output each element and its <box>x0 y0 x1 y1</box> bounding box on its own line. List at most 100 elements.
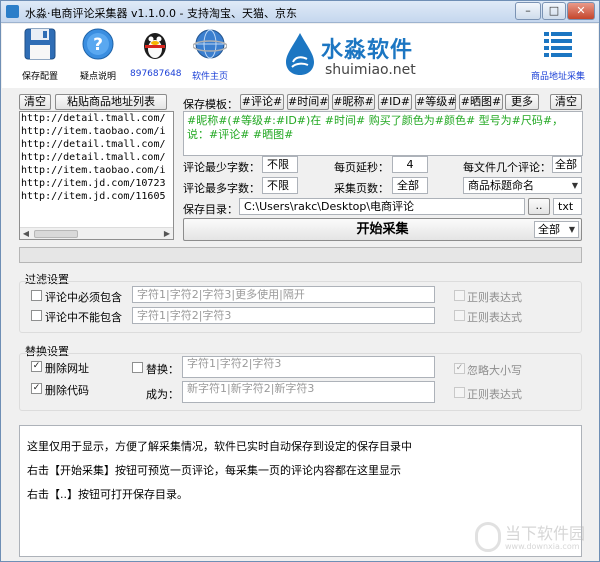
page-delay-label: 每页延秒： <box>334 161 389 174</box>
save-config-button[interactable]: 保存配置 <box>18 27 62 82</box>
must-contain-label: 评论中必须包含 <box>45 291 122 304</box>
delete-url-label: 删除网址 <box>45 362 89 375</box>
log-line: 右击【..】按钮可打开保存目录。 <box>27 488 188 501</box>
must-contain-input[interactable]: 字符1|字符2|字符3|更多使用|隔开 <box>132 286 435 303</box>
file-ext-input[interactable]: txt <box>553 198 582 215</box>
globe-icon <box>192 27 228 61</box>
page-delay-input[interactable]: 4 <box>392 156 428 173</box>
app-icon <box>6 5 19 18</box>
chevron-down-icon: ▼ <box>568 225 575 234</box>
min-chars-label: 评论最少字数： <box>183 161 260 174</box>
replace-input[interactable]: 字符1|字符2|字符3 <box>182 356 435 378</box>
url-collect-label: 商品地址采集 <box>530 72 585 82</box>
ignore-case-label: 忽略大小写 <box>467 364 522 377</box>
question-mark-icon: ? <box>81 27 115 61</box>
paste-urls-button[interactable]: 粘贴商品地址列表 <box>55 94 167 110</box>
url-line: http://item.taobao.com/i <box>21 165 166 176</box>
must-not-contain-input[interactable]: 字符1|字符2|字符3 <box>132 307 435 324</box>
replace-regex-label: 正则表达式 <box>467 388 522 401</box>
naming-select-value: 商品标题命名 <box>468 179 534 192</box>
qq-contact-button[interactable]: 897687648 <box>130 27 182 79</box>
regex-label-2: 正则表达式 <box>467 311 522 324</box>
replace-label: 替换： <box>146 363 179 376</box>
save-config-label: 保存配置 <box>21 72 58 82</box>
per-file-input[interactable]: 全部 <box>552 156 582 173</box>
watermark-text: 当下软件园 <box>505 524 586 543</box>
url-line: http://detail.tmall.com/ <box>21 113 166 124</box>
list-menu-icon <box>541 27 575 61</box>
scope-select-value: 全部 <box>538 223 560 236</box>
url-line: http://item.jd.com/10723 <box>21 178 166 189</box>
delete-code-checkbox[interactable]: ✓ <box>31 383 42 394</box>
qq-number: 897687648 <box>130 69 182 79</box>
replace-to-input[interactable]: 新字符1|新字符2|新字符3 <box>182 381 435 403</box>
delete-url-checkbox[interactable]: ✓ <box>31 361 42 372</box>
regex-checkbox-2[interactable] <box>454 310 465 321</box>
homepage-button[interactable]: 软件主页 <box>188 27 232 82</box>
svg-text:?: ? <box>93 35 103 55</box>
minimize-button[interactable]: – <box>515 2 541 20</box>
template-tag-button[interactable]: #等级# <box>415 94 456 110</box>
to-label: 成为： <box>146 388 179 401</box>
more-tags-button[interactable]: 更多 <box>505 94 539 110</box>
url-line: http://item.taobao.com/i <box>21 126 166 137</box>
floppy-disk-icon <box>23 27 57 61</box>
scrollbar-thumb[interactable] <box>34 230 78 238</box>
log-line: 右击【开始采集】按钮可预览一页评论，每采集一页的评论内容都在这里显示 <box>27 464 401 477</box>
template-tag-button[interactable]: #时间# <box>287 94 329 110</box>
template-tag-button[interactable]: #昵称# <box>332 94 375 110</box>
help-button[interactable]: ? 疑点说明 <box>76 27 120 82</box>
regex-checkbox-1[interactable] <box>454 290 465 301</box>
replace-checkbox[interactable] <box>132 362 143 373</box>
browse-dir-button[interactable]: .. <box>528 198 550 215</box>
scroll-left-icon[interactable]: ◀ <box>20 229 32 239</box>
horizontal-scrollbar[interactable]: ◀ ▶ <box>20 227 173 239</box>
help-label: 疑点说明 <box>79 72 116 82</box>
save-dir-input[interactable]: C:\Users\rakc\Desktop\电商评论 <box>239 198 525 215</box>
must-contain-checkbox[interactable] <box>31 290 42 301</box>
toolbar: 保存配置 ? 疑点说明 897687648 软件主页 水淼软件 shuimiao… <box>2 24 598 88</box>
app-window: 水淼·电商评论采集器 v1.1.0.0 - 支持淘宝、天猫、京东 – □ ✕ 保… <box>0 0 600 562</box>
pages-input[interactable]: 全部 <box>392 177 428 194</box>
homepage-label: 软件主页 <box>191 72 228 82</box>
water-drop-icon <box>286 33 314 75</box>
start-collect-label: 开始采集 <box>356 222 409 237</box>
brand-logo: 水淼软件 shuimiao.net <box>285 30 435 82</box>
min-chars-input[interactable]: 不限 <box>262 156 298 173</box>
window-title: 水淼·电商评论采集器 v1.1.0.0 - 支持淘宝、天猫、京东 <box>25 7 297 20</box>
scroll-right-icon[interactable]: ▶ <box>161 229 173 239</box>
watermark: 当下软件园 www.downxia.com <box>475 520 587 558</box>
max-chars-label: 评论最多字数： <box>183 182 260 195</box>
per-file-label: 每文件几个评论： <box>463 161 551 174</box>
clear-template-button[interactable]: 清空 <box>550 94 582 110</box>
template-textarea[interactable]: #昵称#(#等级#:#ID#)在 #时间# 购买了颜色为#颜色# 型号为#尺码#… <box>183 111 583 156</box>
log-line: 这里仅用于显示，方便了解采集情况，软件已实时自动保存到设定的保存目录中 <box>27 440 412 453</box>
logo-domain: shuimiao.net <box>325 62 416 78</box>
url-collect-button[interactable]: 商品地址采集 <box>528 27 588 82</box>
must-not-contain-checkbox[interactable] <box>31 310 42 321</box>
close-button[interactable]: ✕ <box>567 2 595 20</box>
template-tag-button[interactable]: #ID# <box>378 94 412 110</box>
ignore-case-checkbox[interactable]: ✓ <box>454 363 465 374</box>
watermark-url: www.downxia.com <box>505 542 580 551</box>
watermark-logo-icon <box>475 522 501 552</box>
must-not-contain-label: 评论中不能包含 <box>45 311 122 324</box>
pages-label: 采集页数： <box>334 182 389 195</box>
replace-regex-checkbox[interactable] <box>454 387 465 398</box>
url-line: http://detail.tmall.com/ <box>21 152 166 163</box>
template-tag-button[interactable]: #晒图# <box>459 94 503 110</box>
naming-select[interactable]: 商品标题命名 ▼ <box>463 177 582 194</box>
clear-urls-button[interactable]: 清空 <box>19 94 51 110</box>
title-bar[interactable]: 水淼·电商评论采集器 v1.1.0.0 - 支持淘宝、天猫、京东 – □ ✕ <box>1 1 599 23</box>
start-collect-button[interactable]: 开始采集 <box>183 218 582 241</box>
progress-bar <box>19 247 582 263</box>
chevron-down-icon: ▼ <box>571 181 578 190</box>
maximize-button[interactable]: □ <box>542 2 566 20</box>
regex-label-1: 正则表达式 <box>467 291 522 304</box>
url-list-textarea[interactable]: http://detail.tmall.com/http://item.taob… <box>19 111 174 240</box>
template-tag-button[interactable]: #评论# <box>240 94 284 110</box>
scope-select[interactable]: 全部 ▼ <box>534 221 579 238</box>
max-chars-input[interactable]: 不限 <box>262 177 298 194</box>
delete-code-label: 删除代码 <box>45 384 89 397</box>
logo-text: 水淼软件 <box>321 38 414 63</box>
